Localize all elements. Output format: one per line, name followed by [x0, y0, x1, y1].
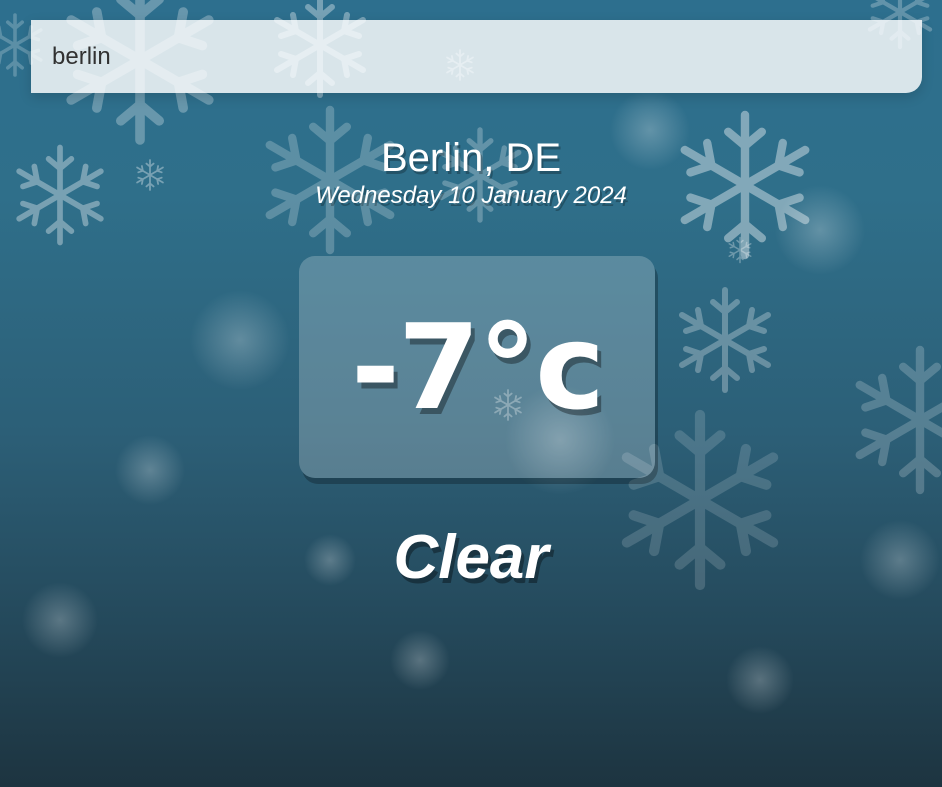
temperature-box: -7°c — [299, 256, 655, 478]
temperature-value: -7°c — [350, 298, 605, 436]
search-input[interactable] — [31, 20, 922, 93]
current-date: Wednesday 10 January 2024 — [315, 182, 627, 209]
weather-condition: Clear — [393, 523, 549, 592]
location-name: Berlin, DE — [380, 136, 562, 180]
location-box: Berlin, DE Wednesday 10 January 2024 — [0, 134, 942, 210]
